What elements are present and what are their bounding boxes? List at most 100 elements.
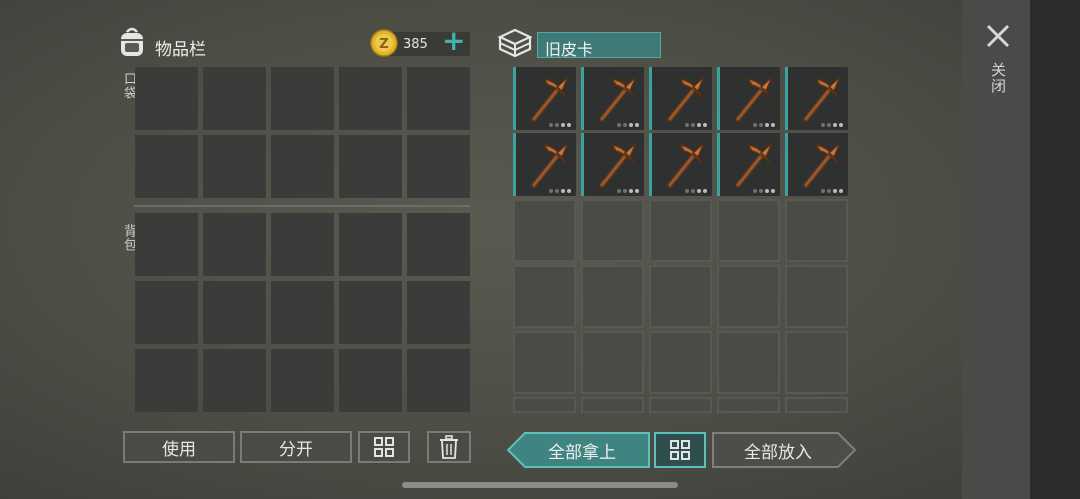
grid-icon: [670, 440, 690, 460]
container-slot[interactable]: [717, 199, 780, 262]
container-slot[interactable]: [513, 265, 576, 328]
container-slot[interactable]: [581, 331, 644, 394]
container-name: 旧皮卡: [545, 40, 594, 59]
container-slot-pickaxe[interactable]: [649, 67, 712, 130]
pocket-slot[interactable]: [339, 135, 402, 198]
durability-dots: [821, 189, 843, 193]
trash-button[interactable]: [427, 431, 471, 463]
container-slot[interactable]: [581, 265, 644, 328]
container-slot[interactable]: [581, 397, 644, 413]
container-slot[interactable]: [717, 331, 780, 394]
backpack-slot[interactable]: [339, 281, 402, 344]
grid-icon: [374, 437, 394, 457]
pickaxe-icon: [522, 71, 576, 125]
backpack-slot[interactable]: [407, 349, 470, 412]
close-button[interactable]: [984, 22, 1012, 50]
durability-dots: [753, 123, 775, 127]
backpack-icon: [117, 26, 147, 58]
pickaxe-icon: [590, 137, 644, 191]
container-slot[interactable]: [717, 265, 780, 328]
pocket-slot[interactable]: [407, 135, 470, 198]
pickaxe-icon: [658, 71, 712, 125]
container-slot[interactable]: [513, 331, 576, 394]
use-button[interactable]: 使用: [123, 431, 235, 463]
durability-dots: [617, 189, 639, 193]
durability-dots: [753, 189, 775, 193]
backpack-slot[interactable]: [135, 349, 198, 412]
container-slot[interactable]: [581, 199, 644, 262]
pickaxe-icon: [522, 137, 576, 191]
sort-inventory-button[interactable]: [358, 431, 410, 463]
section-divider: [134, 205, 470, 207]
container-slot-pickaxe[interactable]: [785, 133, 848, 196]
durability-dots: [549, 189, 571, 193]
container-slot-pickaxe[interactable]: [717, 67, 780, 130]
container-slot-pickaxe[interactable]: [513, 67, 576, 130]
backpack-slot[interactable]: [339, 349, 402, 412]
split-button[interactable]: 分开: [240, 431, 352, 463]
container-slot-pickaxe[interactable]: [581, 133, 644, 196]
pickaxe-icon: [726, 137, 780, 191]
container-slot[interactable]: [513, 397, 576, 413]
put-all-button[interactable]: 全部放入: [712, 432, 856, 468]
take-all-label: 全部拿上: [548, 442, 616, 463]
pickaxe-icon: [590, 71, 644, 125]
backpack-slot[interactable]: [135, 281, 198, 344]
container-slot[interactable]: [785, 265, 848, 328]
sort-container-button[interactable]: [654, 432, 706, 468]
pocket-slot[interactable]: [271, 67, 334, 130]
container-slot-pickaxe[interactable]: [513, 133, 576, 196]
container-slot[interactable]: [649, 199, 712, 262]
pocket-slot[interactable]: [203, 135, 266, 198]
container-slot-pickaxe[interactable]: [785, 67, 848, 130]
container-slot-pickaxe[interactable]: [649, 133, 712, 196]
durability-dots: [685, 123, 707, 127]
backpack-slot[interactable]: [135, 213, 198, 276]
add-coins-button[interactable]: +: [442, 26, 465, 56]
container-slot[interactable]: [513, 199, 576, 262]
backpack-slot[interactable]: [271, 281, 334, 344]
backpack-slot[interactable]: [203, 349, 266, 412]
right-panel-strip: [962, 0, 1080, 499]
durability-dots: [549, 123, 571, 127]
pickaxe-icon: [794, 137, 848, 191]
take-all-button[interactable]: 全部拿上: [507, 432, 650, 468]
container-slot[interactable]: [649, 397, 712, 413]
backpack-slot[interactable]: [407, 281, 470, 344]
backpack-slot[interactable]: [407, 213, 470, 276]
backpack-slot[interactable]: [203, 281, 266, 344]
container-slot-pickaxe[interactable]: [717, 133, 780, 196]
pocket-slot[interactable]: [135, 67, 198, 130]
pocket-slot[interactable]: [339, 67, 402, 130]
pickaxe-icon: [658, 137, 712, 191]
pickaxe-icon: [726, 71, 780, 125]
container-slot-pickaxe[interactable]: [581, 67, 644, 130]
pocket-slot[interactable]: [135, 135, 198, 198]
container-slot[interactable]: [649, 331, 712, 394]
container-slot[interactable]: [717, 397, 780, 413]
durability-dots: [821, 123, 843, 127]
close-label[interactable]: 关闭: [988, 62, 1009, 94]
pickaxe-icon: [794, 71, 848, 125]
put-all-label: 全部放入: [744, 442, 812, 463]
close-icon: [986, 24, 1010, 48]
durability-dots: [617, 123, 639, 127]
backpack-slot[interactable]: [339, 213, 402, 276]
pocket-slot[interactable]: [271, 135, 334, 198]
container-slot[interactable]: [785, 331, 848, 394]
backpack-slot[interactable]: [271, 213, 334, 276]
container-slot[interactable]: [785, 397, 848, 413]
backpack-slot[interactable]: [203, 213, 266, 276]
trash-icon: [440, 435, 458, 459]
container-icon: [497, 27, 533, 59]
svg-text:Z: Z: [379, 37, 388, 52]
durability-dots: [685, 189, 707, 193]
pocket-slot[interactable]: [203, 67, 266, 130]
container-slot[interactable]: [785, 199, 848, 262]
container-slot[interactable]: [649, 265, 712, 328]
backpack-slot[interactable]: [271, 349, 334, 412]
coin-icon: Z: [370, 29, 398, 57]
inventory-title: 物品栏: [155, 40, 206, 60]
coin-count: 385: [403, 37, 428, 52]
pocket-slot[interactable]: [407, 67, 470, 130]
